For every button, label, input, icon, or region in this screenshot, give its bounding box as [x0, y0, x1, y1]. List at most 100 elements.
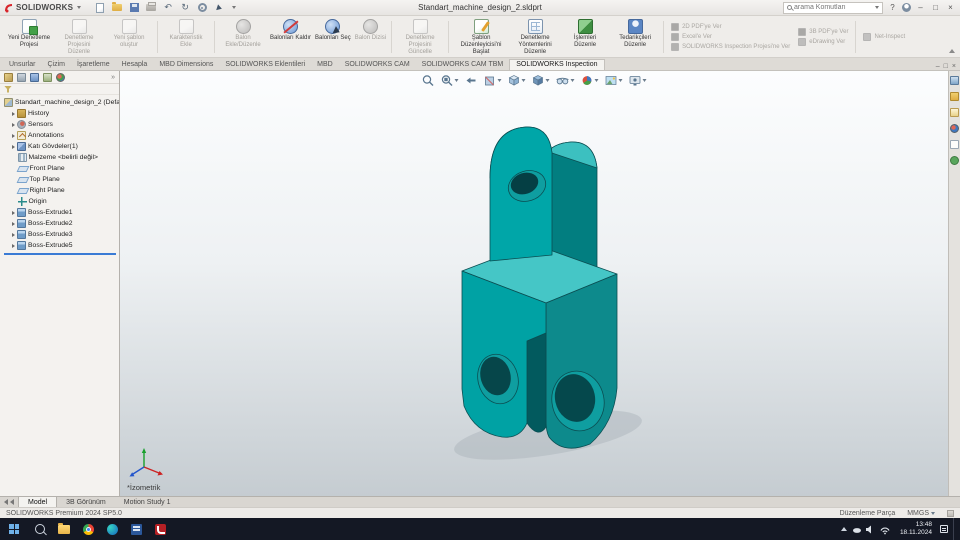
previous-view-icon[interactable] — [465, 74, 478, 87]
zoom-area-icon[interactable] — [441, 74, 459, 87]
tree-item-solid-bodies[interactable]: Katı Gövdeler(1) — [2, 141, 119, 152]
dimxpertmanager-tab-icon[interactable] — [43, 72, 52, 82]
filter-funnel-icon[interactable] — [4, 85, 12, 93]
save-icon[interactable] — [128, 2, 140, 14]
help-button[interactable]: ? — [887, 3, 898, 12]
search-dropdown-icon[interactable] — [875, 6, 879, 9]
ribbon-button-balloon-sequence[interactable]: Balon Dizisi — [353, 17, 388, 57]
expand-caret-icon[interactable] — [12, 210, 15, 215]
expand-caret-icon[interactable] — [12, 111, 15, 116]
tab-addins[interactable]: SOLIDWORKS Eklentileri — [219, 60, 311, 70]
status-tag-icon[interactable] — [947, 509, 954, 517]
tab-overflow-chevron-icon[interactable]: » — [111, 74, 115, 81]
tab-mbd-dimensions[interactable]: MBD Dimensions — [153, 60, 219, 70]
expand-caret-icon[interactable] — [12, 232, 15, 237]
tree-item-sensors[interactable]: Sensors — [2, 119, 119, 130]
ribbon-button-add-characteristic[interactable]: Karakteristik Ekle — [161, 17, 211, 57]
ribbon-button-export-2d-pdf[interactable]: 2D PDF'ye Ver — [671, 23, 790, 31]
select-dropdown-icon[interactable] — [232, 6, 237, 9]
display-style-icon[interactable] — [532, 74, 550, 87]
tab-scroll-arrows[interactable] — [0, 497, 18, 507]
solidworks-menu[interactable]: SOLIDWORKS — [4, 3, 82, 13]
solidworks-resources-icon[interactable] — [950, 76, 959, 85]
dropdown-caret-icon[interactable] — [570, 79, 575, 82]
view-orientation-icon[interactable] — [508, 74, 526, 87]
apply-scene-icon[interactable] — [605, 74, 623, 87]
tab-evaluate[interactable]: Hesapla — [116, 60, 154, 70]
dropdown-caret-icon[interactable] — [521, 79, 526, 82]
tree-item-boss-extrude5[interactable]: Boss-Extrude5 — [2, 240, 119, 251]
propertymanager-tab-icon[interactable] — [17, 72, 26, 82]
volume-icon[interactable] — [865, 525, 871, 533]
orientation-triad[interactable] — [129, 448, 164, 477]
ribbon-button-select-balloons[interactable]: Balonları Seç — [313, 17, 353, 57]
zoom-fit-icon[interactable] — [422, 74, 435, 87]
appearances-scenes-icon[interactable] — [950, 124, 959, 133]
show-desktop-button[interactable] — [953, 518, 957, 540]
command-search[interactable] — [783, 1, 883, 14]
tab-3d-views[interactable]: 3B Görünüm — [57, 497, 115, 507]
tab-cam-tbm[interactable]: SOLIDWORKS CAM TBM — [416, 60, 510, 70]
file-explorer-icon[interactable] — [950, 108, 959, 117]
edit-appearance-icon[interactable] — [581, 74, 599, 87]
tree-item-boss-extrude2[interactable]: Boss-Extrude2 — [2, 218, 119, 229]
scroll-left-icon[interactable] — [4, 499, 8, 505]
featuremanager-tab-icon[interactable] — [4, 72, 13, 82]
search-input[interactable] — [794, 4, 871, 11]
tree-item-annotations[interactable]: Annotations — [2, 130, 119, 141]
dropdown-caret-icon[interactable] — [454, 79, 459, 82]
tab-mbd[interactable]: MBD — [311, 60, 339, 70]
taskbar-file-explorer[interactable] — [52, 518, 76, 540]
expand-caret-icon[interactable] — [12, 133, 15, 138]
tray-expand-icon[interactable] — [840, 527, 847, 531]
ribbon-button-remove-balloons[interactable]: Balonları Kaldır — [268, 17, 313, 57]
close-button[interactable]: × — [945, 3, 956, 12]
open-icon[interactable] — [111, 2, 123, 14]
expand-caret-icon[interactable] — [12, 144, 15, 149]
cloud-icon[interactable] — [852, 527, 861, 533]
doc-close-icon[interactable]: × — [952, 63, 956, 70]
hide-show-items-icon[interactable] — [556, 74, 575, 87]
ribbon-button-export-excel[interactable]: Excel'e Ver — [671, 33, 790, 41]
ribbon-button-edit-inspection-methods[interactable]: Denetleme Yöntemlerini Düzenle — [510, 17, 560, 57]
tree-item-history[interactable]: History — [2, 108, 119, 119]
rebuild-icon[interactable]: ↻ — [179, 2, 191, 14]
menu-expand-icon[interactable] — [77, 6, 82, 9]
expand-caret-icon[interactable] — [12, 243, 15, 248]
start-button[interactable] — [0, 518, 28, 540]
tree-item-part-root[interactable]: Standart_machine_design_2 (Default) << — [2, 97, 119, 108]
taskbar-office[interactable] — [124, 518, 148, 540]
wifi-icon[interactable] — [880, 526, 890, 534]
ribbon-button-export-inspection-project[interactable]: SOLIDWORKS Inspection Projesi'ne Ver — [671, 43, 790, 51]
ribbon-button-create-new-template[interactable]: Yeni şablon oluştur — [104, 17, 154, 57]
ribbon-button-update-inspection-project[interactable]: Denetleme Projesini Güncelle — [395, 17, 445, 57]
tree-item-material[interactable]: Malzeme <belirli değil> — [2, 152, 119, 163]
tree-item-front-plane[interactable]: Front Plane — [2, 163, 119, 174]
ribbon-button-export-edrawings[interactable]: eDrawing Ver — [798, 38, 848, 46]
tree-item-right-plane[interactable]: Right Plane — [2, 185, 119, 196]
dropdown-caret-icon[interactable] — [931, 511, 935, 515]
minimize-button[interactable]: – — [915, 3, 926, 12]
user-account-icon[interactable] — [902, 3, 911, 12]
configurationmanager-tab-icon[interactable] — [30, 72, 39, 82]
tab-inspection[interactable]: SOLIDWORKS Inspection — [509, 59, 605, 70]
ribbon-collapse-icon[interactable] — [949, 49, 955, 53]
rollback-bar[interactable] — [4, 253, 116, 255]
doc-minimize-icon[interactable]: – — [936, 63, 940, 70]
scroll-left-icon[interactable] — [10, 499, 14, 505]
restore-button[interactable]: □ — [930, 3, 941, 12]
ribbon-button-net-inspect[interactable]: Net-Inspect — [863, 33, 905, 41]
tree-item-origin[interactable]: Origin — [2, 196, 119, 207]
ribbon-button-export-3d-pdf[interactable]: 3B PDF'ye Ver — [798, 28, 848, 36]
expand-caret-icon[interactable] — [12, 221, 15, 226]
unit-system-selector[interactable]: MMGS — [907, 510, 935, 517]
dropdown-caret-icon[interactable] — [642, 79, 647, 82]
tree-item-boss-extrude1[interactable]: Boss-Extrude1 — [2, 207, 119, 218]
tab-cam[interactable]: SOLIDWORKS CAM — [339, 60, 416, 70]
custom-properties-icon[interactable] — [950, 140, 959, 149]
new-document-icon[interactable] — [94, 2, 106, 14]
ribbon-button-add-edit-balloons[interactable]: Balon Ekle/Düzenle — [218, 17, 268, 57]
displaymanager-tab-icon[interactable] — [56, 72, 65, 82]
ribbon-button-new-inspection-project[interactable]: Yeni Denetleme Projesi — [4, 17, 54, 57]
ribbon-button-edit-inspection-project[interactable]: Denetleme Projesini Düzenle — [54, 17, 104, 57]
